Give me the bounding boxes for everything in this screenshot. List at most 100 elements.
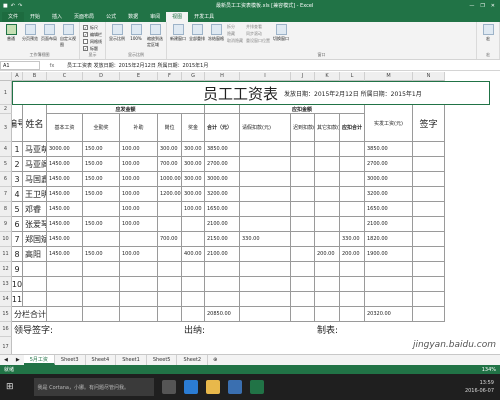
sheet-tab-sheet2[interactable]: Sheet2	[177, 355, 209, 365]
tab-data[interactable]: 数据	[122, 12, 144, 22]
row-header[interactable]: 12	[0, 262, 12, 277]
table-cell[interactable]: 3850.00	[205, 142, 240, 157]
maker-label[interactable]: 制表:	[315, 322, 445, 337]
table-cell[interactable]	[315, 157, 340, 172]
column-header[interactable]: G	[182, 72, 205, 81]
excel-icon[interactable]	[249, 380, 264, 394]
table-cell[interactable]: 2100.00	[205, 247, 240, 262]
reset-position-button[interactable]: 重设窗口位置	[246, 38, 270, 44]
row-header[interactable]: 15	[0, 307, 12, 322]
table-cell[interactable]	[340, 187, 365, 202]
sign-cell[interactable]	[413, 187, 445, 202]
row-header[interactable]: 7	[0, 187, 12, 202]
table-cell[interactable]	[291, 202, 315, 217]
page-layout-button[interactable]: 页面布局	[41, 24, 57, 48]
table-cell[interactable]	[158, 307, 182, 322]
table-cell[interactable]: 2700.00	[365, 157, 413, 172]
table-cell[interactable]: 2	[12, 157, 23, 172]
table-cell[interactable]	[240, 157, 291, 172]
header-sign[interactable]: 签字	[413, 105, 445, 142]
sign-cell[interactable]	[413, 277, 445, 292]
table-cell[interactable]: 8	[12, 247, 23, 262]
row-header[interactable]: 4	[0, 142, 12, 157]
table-cell[interactable]	[158, 277, 182, 292]
sheet-title-banner[interactable]: 员工工资表 发放日期：2015年2月12日 所属日期：2015年1月	[12, 81, 490, 105]
table-cell[interactable]	[291, 157, 315, 172]
column-header[interactable]: F	[158, 72, 182, 81]
header-leave[interactable]: 请假扣款(元)	[240, 114, 291, 142]
sign-cell[interactable]	[413, 232, 445, 247]
header-total[interactable]: 合计（元）	[205, 114, 240, 142]
table-cell[interactable]	[315, 277, 340, 292]
table-cell[interactable]: 3000.00	[205, 172, 240, 187]
redo-icon[interactable]: ↷	[18, 3, 22, 9]
table-cell[interactable]	[340, 217, 365, 232]
column-header[interactable]: A	[12, 72, 23, 81]
header-base[interactable]: 基本工资	[47, 114, 83, 142]
header-deduct-total[interactable]: 应扣合计	[340, 114, 365, 142]
table-cell[interactable]: 3200.00	[365, 187, 413, 202]
table-cell[interactable]	[120, 307, 158, 322]
table-cell[interactable]	[240, 202, 291, 217]
table-cell[interactable]: 3850.00	[365, 142, 413, 157]
freeze-panes-button[interactable]: 冻结窗格	[208, 24, 224, 44]
sign-cell[interactable]	[413, 157, 445, 172]
header-number[interactable]: 编号	[12, 105, 23, 142]
row-header[interactable]: 13	[0, 277, 12, 292]
table-cell[interactable]: 700.00	[158, 232, 182, 247]
table-cell[interactable]: 1650.00	[205, 202, 240, 217]
table-cell[interactable]	[182, 277, 205, 292]
gridlines-checkbox[interactable]: 网格线	[83, 38, 102, 45]
table-cell[interactable]: 100.00	[120, 157, 158, 172]
table-cell[interactable]: 1450.00	[47, 202, 83, 217]
unhide-button[interactable]: 取消隐藏	[227, 38, 243, 44]
column-header[interactable]: B	[23, 72, 47, 81]
column-header[interactable]: N	[413, 72, 445, 81]
table-cell[interactable]	[205, 292, 240, 307]
table-cell[interactable]: 300.00	[158, 142, 182, 157]
zoom-to-selection-button[interactable]: 缩放到选定区域	[147, 24, 163, 48]
table-cell[interactable]	[120, 262, 158, 277]
table-cell[interactable]: 150.00	[83, 247, 120, 262]
table-cell[interactable]	[340, 202, 365, 217]
total-actual[interactable]: 20320.00	[365, 307, 413, 322]
table-cell[interactable]	[83, 232, 120, 247]
total-label[interactable]: 分栏合计	[12, 307, 47, 322]
table-cell[interactable]: 150.00	[83, 217, 120, 232]
table-cell[interactable]: 100.00	[120, 172, 158, 187]
column-header[interactable]: J	[291, 72, 315, 81]
column-header[interactable]: C	[47, 72, 83, 81]
formula-bar-checkbox[interactable]: ✓ 编辑栏	[83, 31, 102, 38]
table-cell[interactable]: 100.00	[120, 247, 158, 262]
table-cell[interactable]: 150.00	[83, 187, 120, 202]
table-cell[interactable]: 330.00	[340, 232, 365, 247]
hide-button[interactable]: 隐藏	[227, 31, 243, 37]
row-header[interactable]: 10	[0, 232, 12, 247]
table-cell[interactable]	[120, 277, 158, 292]
table-cell[interactable]	[83, 277, 120, 292]
row-header[interactable]: 1	[0, 81, 12, 105]
table-cell[interactable]	[240, 142, 291, 157]
table-cell[interactable]: 2100.00	[365, 217, 413, 232]
formula-input[interactable]: 员工工资表 发放日期：2015年2月12日 所属日期：2015年1月	[64, 62, 500, 69]
table-cell[interactable]	[291, 247, 315, 262]
table-cell[interactable]	[182, 217, 205, 232]
table-cell[interactable]: 330.00	[240, 232, 291, 247]
table-cell[interactable]	[240, 292, 291, 307]
table-cell[interactable]: 1450.00	[47, 172, 83, 187]
table-cell[interactable]: 150.00	[83, 157, 120, 172]
table-cell[interactable]	[120, 232, 158, 247]
table-cell[interactable]: 400.00	[182, 247, 205, 262]
next-sheet-icon[interactable]: ▶	[12, 357, 24, 363]
table-cell[interactable]	[158, 217, 182, 232]
sheet-tab-sheet5[interactable]: Sheet5	[147, 355, 178, 365]
table-cell[interactable]	[240, 172, 291, 187]
column-header[interactable]: E	[120, 72, 158, 81]
cashier-label[interactable]: 出纳:	[182, 322, 315, 337]
table-cell[interactable]	[47, 262, 83, 277]
table-cell[interactable]	[83, 307, 120, 322]
table-cell[interactable]	[315, 172, 340, 187]
total-amount[interactable]: 20850.00	[205, 307, 240, 322]
column-header[interactable]: K	[315, 72, 340, 81]
file-explorer-icon[interactable]	[205, 380, 220, 394]
